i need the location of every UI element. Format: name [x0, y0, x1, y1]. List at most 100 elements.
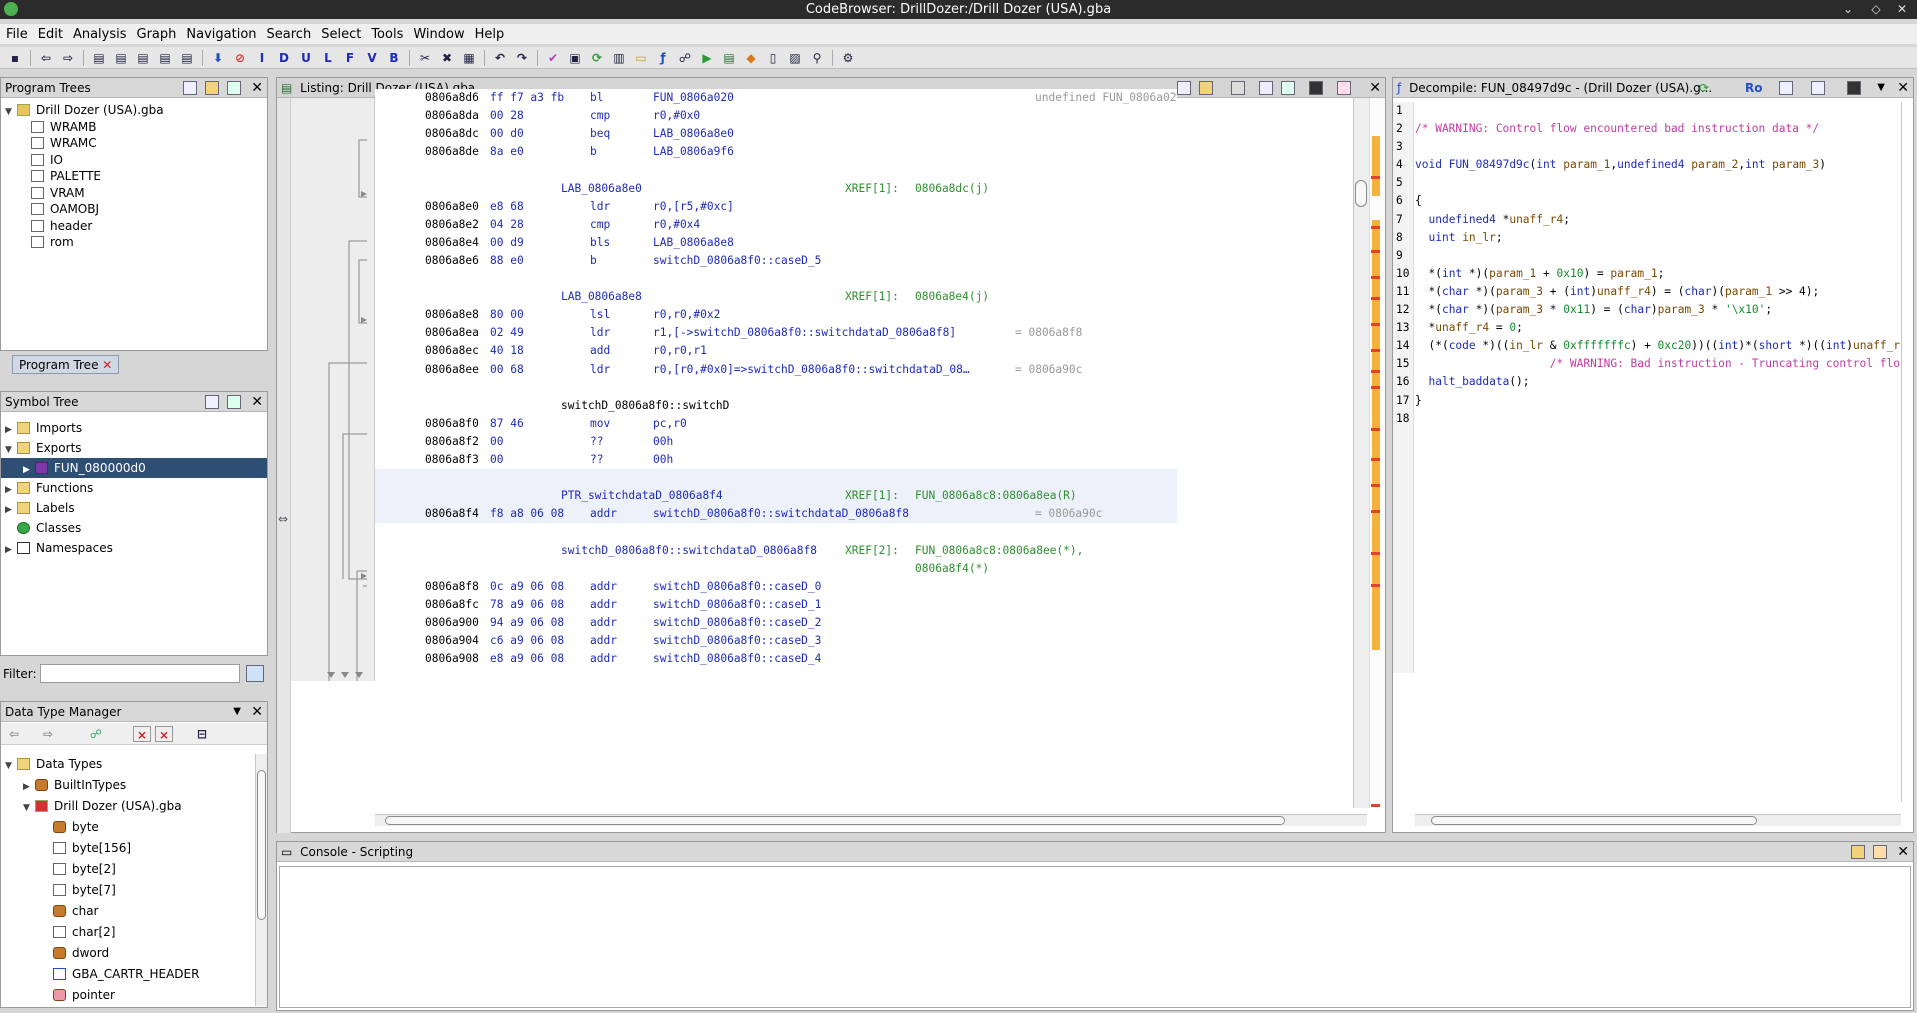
- close-tab-icon[interactable]: ✕: [102, 358, 112, 372]
- code-line[interactable]: *(char *)(param_3 + (int)unaff_r4) = (ch…: [1415, 283, 1901, 301]
- listing-instruction-row[interactable]: 0806a8f0 87 46 mov pc,r0: [375, 415, 1177, 433]
- listing-instruction-row[interactable]: 0806a8e4 00 d9 bls LAB_0806a8e8: [375, 234, 1177, 252]
- read-only-label[interactable]: Ro: [1745, 78, 1762, 97]
- maximize-icon[interactable]: ◇: [1866, 0, 1886, 19]
- listing-blank-row[interactable]: [375, 270, 1177, 288]
- tree-item-namespaces[interactable]: ▶ Namespaces: [1, 538, 267, 558]
- export-icon[interactable]: ▨: [786, 50, 804, 66]
- listing-instruction-row[interactable]: 0806a900 94 a9 06 08 addr switchD_0806a8f0:…: [375, 614, 1177, 632]
- listing-label-row[interactable]: switchD_0806a8f0::switchD: [375, 397, 1177, 415]
- refresh-tree-icon[interactable]: [227, 81, 241, 95]
- close-icon[interactable]: ✕: [1897, 842, 1909, 861]
- listing-instruction-row[interactable]: 0806a8f4 f8 a8 06 08 addr switchD_0806a8f0:…: [375, 505, 1177, 524]
- clear-console-icon[interactable]: [1851, 845, 1865, 859]
- graph-icon[interactable]: ☍: [676, 50, 694, 66]
- tree-root[interactable]: ▼ Drill Dozer (USA).gba: [5, 102, 267, 119]
- close-icon[interactable]: ✕: [1369, 78, 1381, 97]
- tree-item[interactable]: IO: [5, 152, 267, 169]
- decompile-hscrollbar[interactable]: [1415, 814, 1901, 826]
- cursor-icon[interactable]: [1231, 81, 1245, 95]
- edit-fields-icon[interactable]: [1259, 81, 1273, 95]
- code-line[interactable]: void FUN_08497d9c(int param_1,undefined4…: [1415, 156, 1901, 174]
- expand-right-icon[interactable]: ▶: [5, 480, 17, 500]
- decompiler-code-view[interactable]: /* WARNING: Control flow encountered bad…: [1415, 102, 1901, 673]
- window-icon[interactable]: ▯: [764, 50, 782, 66]
- copy-icon[interactable]: [1177, 81, 1191, 95]
- menu-navigation[interactable]: Navigation: [186, 27, 256, 42]
- tree-item-type[interactable]: byte[156]: [1, 838, 253, 859]
- add-symbol-icon[interactable]: [205, 395, 219, 409]
- code-line[interactable]: undefined4 *unaff_r4;: [1415, 211, 1901, 229]
- snapshot-icon[interactable]: [1847, 81, 1861, 95]
- help-icon[interactable]: ⚙: [839, 50, 857, 66]
- stop-icon[interactable]: ⊘: [231, 50, 249, 66]
- down-arrow-icon[interactable]: ⬇: [209, 50, 227, 66]
- tree-item-type[interactable]: GBA_CARTR_HEADER: [1, 964, 253, 985]
- tree-item-type[interactable]: char[2]: [1, 922, 253, 943]
- listing-instruction-row[interactable]: 0806a908 e8 a9 06 08 addr switchD_0806a8f0:…: [375, 650, 1177, 668]
- close-window-icon[interactable]: ✕: [1892, 0, 1912, 19]
- listing-instruction-row[interactable]: 0806a8f8 0c a9 06 08 addr switchD_0806a8f0:…: [375, 578, 1177, 596]
- code-line[interactable]: (*(code *)((in_lr & 0xfffffffc) + 0xc20)…: [1415, 337, 1901, 355]
- toolbar-l-button[interactable]: L: [319, 50, 337, 66]
- menu-search[interactable]: Search: [267, 27, 312, 42]
- expand-right-icon[interactable]: ▶: [5, 500, 17, 520]
- listing-instruction-row[interactable]: 0806a8e8 80 00 lsl r0,r0,#0x2: [375, 306, 1177, 324]
- refresh-icon[interactable]: ⟳: [588, 50, 606, 66]
- menu-analysis[interactable]: Analysis: [73, 27, 127, 42]
- tree-item-functions[interactable]: ▶ Functions: [1, 478, 267, 498]
- listing-blank-row[interactable]: [375, 161, 1177, 179]
- listing-instruction-row[interactable]: 0806a8ec 40 18 add r0,r0,r1: [375, 342, 1177, 360]
- listing-blank-row[interactable]: [375, 379, 1177, 397]
- listing-scrollbar[interactable]: [1353, 98, 1369, 808]
- tree-item[interactable]: OAMOBJ: [5, 201, 267, 218]
- toolbar-d-button[interactable]: D: [275, 50, 293, 66]
- filter-options-icon[interactable]: [246, 665, 264, 682]
- menu-select[interactable]: Select: [321, 27, 361, 42]
- code-line[interactable]: [1415, 247, 1901, 265]
- tree-item[interactable]: PALETTE: [5, 168, 267, 185]
- edit-icon[interactable]: [1811, 81, 1825, 95]
- menu-file[interactable]: File: [6, 27, 28, 42]
- forward-arrow-icon[interactable]: ⇨: [39, 726, 57, 742]
- minimize-icon[interactable]: ⌄: [1838, 0, 1858, 19]
- nav-next-data-icon[interactable]: ▤: [112, 50, 130, 66]
- tree-item[interactable]: VRAM: [5, 185, 267, 202]
- listing-blank-row[interactable]: [375, 469, 1177, 488]
- menu-graph[interactable]: Graph: [137, 27, 177, 42]
- close-icon[interactable]: ✕: [251, 78, 263, 97]
- scrollbar-thumb[interactable]: [385, 816, 1285, 825]
- tree-item-exports[interactable]: ▼ Exports: [1, 438, 267, 458]
- code-line[interactable]: [1415, 102, 1901, 120]
- options-icon[interactable]: [1337, 81, 1351, 95]
- listing-instruction-row[interactable]: 0806a8fc 78 a9 06 08 addr switchD_0806a8f0:…: [375, 596, 1177, 614]
- play-icon[interactable]: ▶: [698, 50, 716, 66]
- function-graph-icon[interactable]: ƒ: [654, 50, 672, 66]
- cut-icon[interactable]: ✂: [416, 50, 434, 66]
- code-line[interactable]: *(char *)(param_3 * 0x11) = (char)param_…: [1415, 301, 1901, 319]
- code-line[interactable]: /* WARNING: Control flow encountered bad…: [1415, 120, 1901, 138]
- listing-label-row[interactable]: switchD_0806a8f0::switchdataD_0806a8f8 XR…: [375, 542, 1177, 560]
- listing-label-row[interactable]: LAB_0806a8e0 XREF[1]: 0806a8dc(j): [375, 180, 1177, 198]
- listing-instruction-row[interactable]: 0806a8e6 88 e0 b switchD_0806a8f0::caseD_5: [375, 252, 1177, 270]
- tree-item-builtin-types[interactable]: ▶ BuiltInTypes: [1, 775, 253, 796]
- toolbar-u-button[interactable]: U: [297, 50, 315, 66]
- listing-label-row[interactable]: LAB_0806a8e8 XREF[1]: 0806a8e4(j): [375, 288, 1177, 306]
- expand-down-icon[interactable]: ▼: [5, 756, 17, 777]
- decompile-scrollbar[interactable]: [1901, 102, 1913, 802]
- forward-arrow-icon[interactable]: ⇨: [59, 50, 77, 66]
- close-icon[interactable]: ✕: [1897, 78, 1909, 97]
- dropdown-icon[interactable]: ▼: [1877, 78, 1885, 97]
- tab-program-tree[interactable]: Program Tree ✕: [12, 355, 120, 374]
- listing-instruction-row[interactable]: 0806a8e0 e8 68 ldr r0,[r5,#0xc]: [375, 198, 1177, 216]
- code-line[interactable]: *(int *)(param_1 + 0x10) = param_1;: [1415, 265, 1901, 283]
- listing-blank-row[interactable]: [375, 523, 1177, 541]
- listing-hscrollbar[interactable]: [375, 814, 1367, 826]
- menu-help[interactable]: Help: [475, 27, 505, 42]
- tree-item-type[interactable]: pointer: [1, 985, 253, 1004]
- tree-item[interactable]: rom: [5, 234, 267, 251]
- refresh-symbols-icon[interactable]: [227, 395, 241, 409]
- tree-options-icon[interactable]: ☍: [87, 726, 105, 742]
- splitter-handle-icon[interactable]: ⇔: [278, 512, 290, 526]
- refresh-icon[interactable]: ⟳: [1699, 78, 1709, 97]
